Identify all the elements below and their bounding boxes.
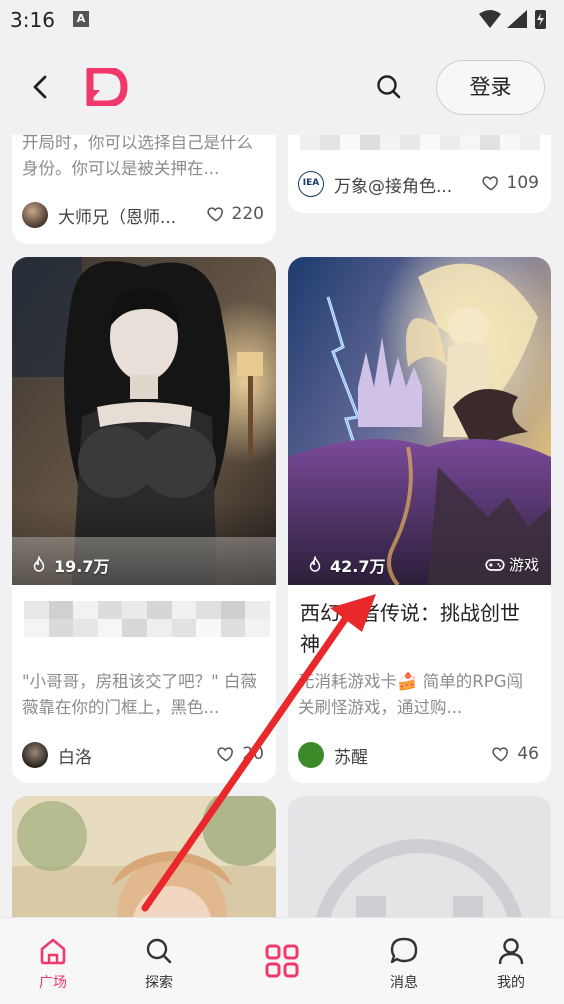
- app-logo: [86, 68, 128, 106]
- nav-item-profile[interactable]: 我的: [466, 918, 556, 1004]
- nav-item-explore[interactable]: 探索: [114, 918, 204, 1004]
- blurred-title: [24, 601, 270, 637]
- user-icon: [498, 938, 524, 965]
- search-icon[interactable]: [372, 70, 406, 104]
- chat-bubble-icon: [390, 937, 418, 964]
- card-title: 西幻勇者传说：挑战创世神: [300, 601, 520, 656]
- login-button[interactable]: 登录: [436, 60, 545, 115]
- card-author[interactable]: 苏醒: [298, 742, 368, 768]
- fantasy-cover-image: [288, 257, 551, 585]
- heart-icon: [481, 176, 498, 191]
- character-card[interactable]: 42.7万 游戏 西幻勇者传说：挑战创世神 无消耗游戏卡🍰 简单的RPG闯关刷怪…: [288, 257, 551, 783]
- category-label: 游戏: [508, 556, 539, 574]
- home-icon: [40, 938, 66, 965]
- avatar: IEA: [298, 171, 324, 197]
- gamepad-icon: [485, 558, 505, 571]
- author-name: 苏醒: [334, 747, 368, 768]
- character-card[interactable]: 19.7万 "小哥哥，房租该交了吧？" 白薇薇靠在你的门框上，黑色... 白洛 …: [12, 257, 276, 783]
- card-author[interactable]: 白洛: [22, 742, 92, 768]
- author-name: 万象@接角色...: [334, 176, 453, 197]
- nav-item-create[interactable]: [237, 918, 327, 1004]
- status-bar: 3:16 A: [0, 0, 564, 40]
- likes-count: 46: [517, 744, 539, 764]
- nav-label: 探索: [145, 975, 173, 991]
- grid-icon: [265, 944, 299, 978]
- likes[interactable]: 109: [481, 173, 539, 193]
- signal-icon: [507, 10, 527, 28]
- category-tag: 游戏: [485, 554, 539, 575]
- flame-icon: [33, 556, 45, 572]
- likes-count: 220: [231, 204, 264, 224]
- back-arrow-icon[interactable]: [24, 70, 58, 104]
- nav-item-plaza[interactable]: 广场: [8, 918, 98, 1004]
- likes[interactable]: 46: [491, 744, 539, 764]
- status-time: 3:16: [10, 8, 55, 32]
- notification-icon: A: [73, 11, 89, 27]
- card-description: 无消耗游戏卡🍰 简单的RPG闯关刷怪游戏，通过购...: [298, 672, 523, 717]
- card-description: "小哥哥，房租该交了吧？" 白薇薇靠在你的门框上，黑色...: [22, 672, 257, 717]
- card-author[interactable]: IEA 万象@接角色...: [298, 171, 452, 197]
- author-name: 大师兄（恩师...: [58, 207, 177, 228]
- bottom-navigation: 广场 探索 消息 我的: [0, 917, 564, 1004]
- flame-icon: [309, 556, 321, 572]
- popularity-count: 19.7万: [54, 557, 110, 576]
- avatar: [22, 742, 48, 768]
- popularity: 19.7万: [30, 553, 109, 577]
- avatar: [298, 742, 324, 768]
- popularity-count: 42.7万: [330, 557, 386, 576]
- heart-icon: [206, 207, 223, 222]
- feed[interactable]: 开局时，你可以选择自己是什么身份。你可以是被关押在... 大师兄（恩师... 2…: [0, 0, 564, 1004]
- likes[interactable]: 220: [206, 204, 264, 224]
- likes-count: 109: [506, 173, 539, 193]
- heart-icon: [492, 747, 509, 762]
- likes-count: 20: [242, 744, 264, 764]
- wifi-icon: [479, 10, 501, 28]
- heart-icon: [217, 747, 234, 762]
- avatar: [22, 202, 48, 228]
- search-icon: [146, 938, 172, 964]
- card-description: 开局时，你可以选择自己是什么身份。你可以是被关押在...: [22, 133, 253, 178]
- author-name: 白洛: [58, 747, 92, 768]
- nav-label: 我的: [497, 975, 525, 991]
- character-portrait-image: [12, 257, 276, 585]
- nav-item-messages[interactable]: 消息: [359, 918, 449, 1004]
- card-author[interactable]: 大师兄（恩师...: [22, 202, 176, 228]
- status-icons: [479, 10, 546, 29]
- nav-label: 消息: [390, 975, 418, 991]
- app-screen: 开局时，你可以选择自己是什么身份。你可以是被关押在... 大师兄（恩师... 2…: [0, 0, 564, 1004]
- app-header: 登录: [0, 40, 564, 135]
- likes[interactable]: 20: [216, 744, 264, 764]
- nav-label: 广场: [39, 975, 67, 991]
- popularity: 42.7万: [306, 553, 385, 577]
